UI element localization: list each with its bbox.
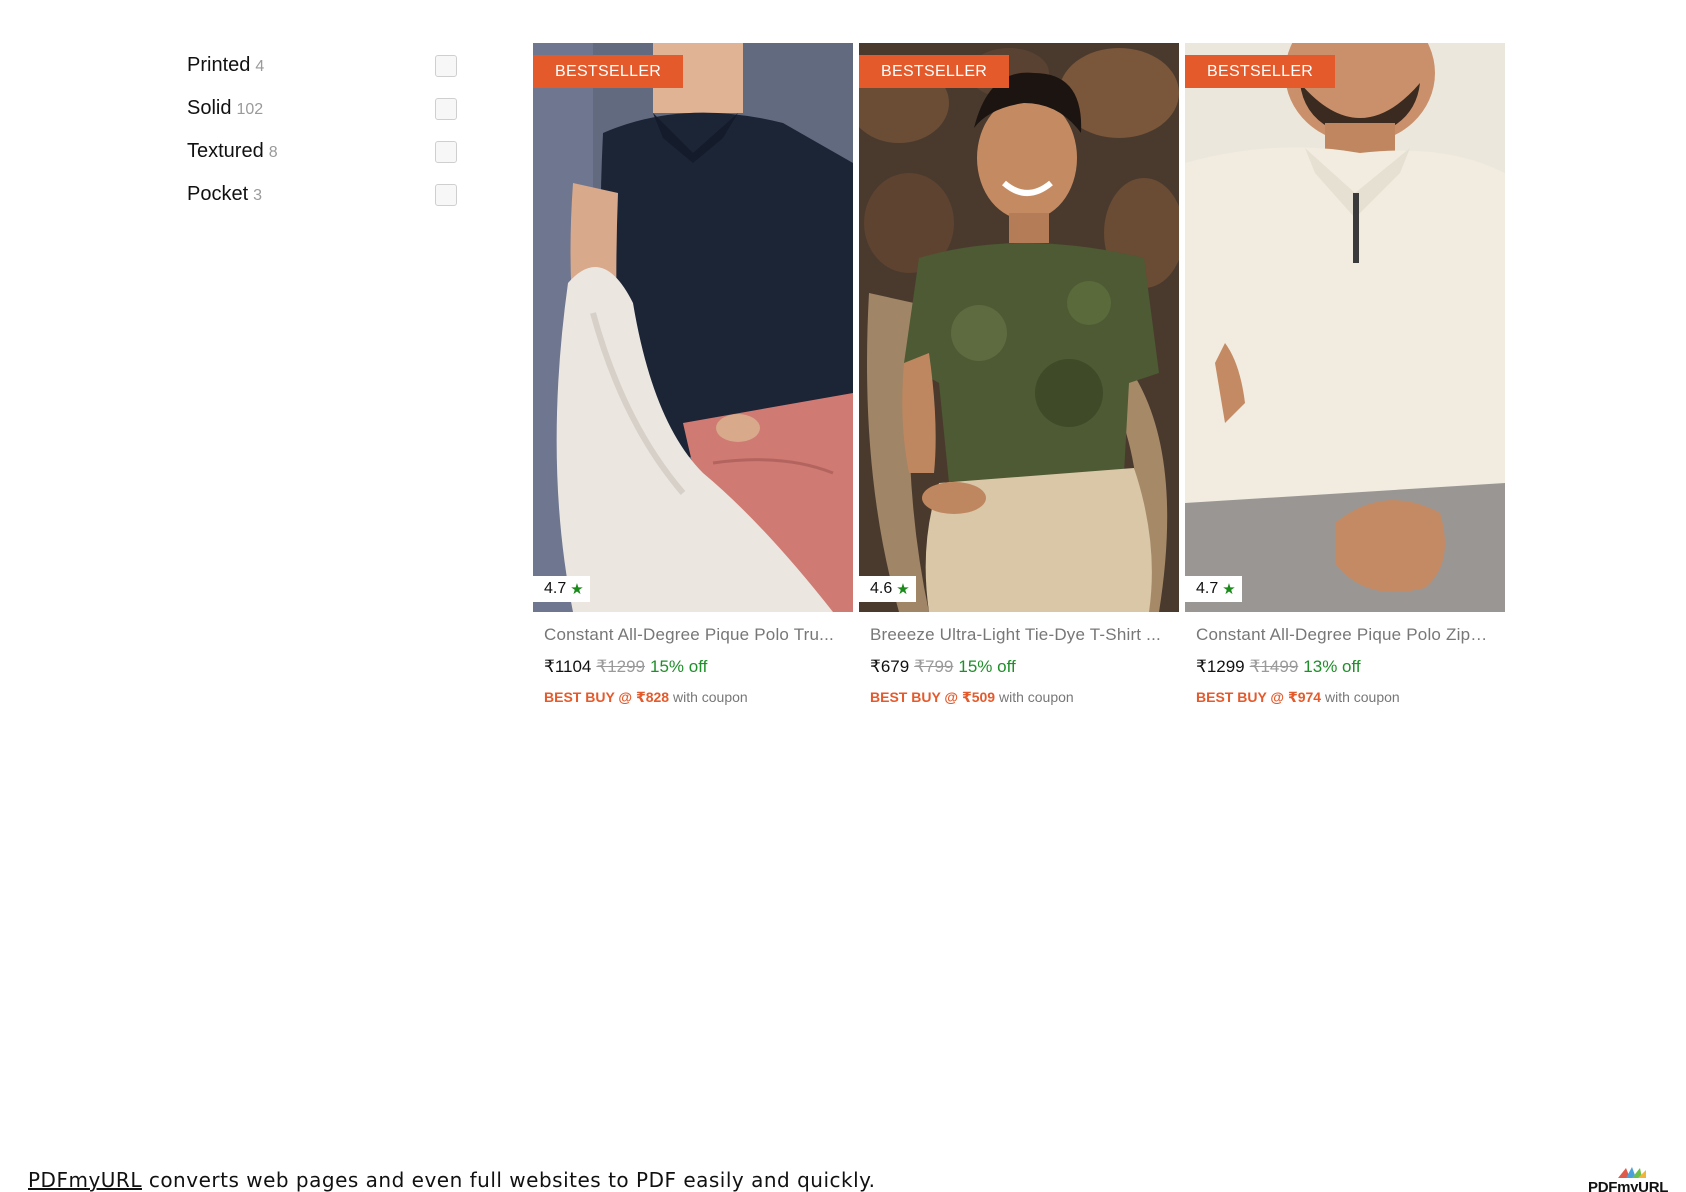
product-photo-navy-polo [533, 43, 853, 612]
rating-value: 4.7 [544, 580, 567, 597]
rating-badge: 4.7 ★ [533, 576, 590, 602]
filter-count: 3 [253, 187, 263, 204]
filter-name: Solid [187, 97, 232, 119]
product-info: Breeeze Ultra-Light Tie-Dye T-Shirt ... … [859, 625, 1179, 706]
product-grid: BESTSELLER 4.7 ★ Constant All-Degree Piq… [533, 43, 1505, 706]
pdfmyurl-link[interactable]: PDFmyURL [28, 1168, 142, 1192]
coupon-offer: BEST BUY @ ₹828 with coupon [544, 689, 842, 706]
pdfmyurl-logo[interactable]: PDFmyURL [1588, 1166, 1672, 1192]
star-icon: ★ [896, 580, 910, 598]
filter-name: Pocket [187, 183, 249, 205]
product-info: Constant All-Degree Pique Polo Zipp... ₹… [1185, 625, 1505, 706]
mrp-price: ₹1499 [1249, 657, 1299, 676]
price-row: ₹1299 ₹1499 13% off [1196, 657, 1494, 677]
filter-checkbox[interactable] [435, 97, 457, 120]
selling-price: ₹1104 [544, 657, 592, 676]
product-photo-olive-tshirt [859, 43, 1179, 612]
filter-option-textured[interactable]: Textured 8 [187, 130, 457, 173]
coupon-offer: BEST BUY @ ₹974 with coupon [1196, 689, 1494, 706]
mrp-price: ₹799 [914, 657, 954, 676]
product-title[interactable]: Constant All-Degree Pique Polo Zipp... [1196, 625, 1494, 645]
filter-checkbox[interactable] [435, 54, 457, 77]
selling-price: ₹679 [870, 657, 910, 676]
best-buy-price: BEST BUY @ ₹828 [544, 689, 670, 705]
bestseller-badge: BESTSELLER [1185, 55, 1336, 88]
filter-name: Printed [187, 54, 251, 76]
bestseller-badge: BESTSELLER [533, 55, 684, 88]
filter-count: 4 [255, 58, 265, 75]
filter-option-pocket[interactable]: Pocket 3 [187, 173, 457, 216]
rating-value: 4.6 [870, 580, 893, 597]
discount-label: 15% off [650, 657, 708, 676]
coupon-note: with coupon [998, 689, 1074, 705]
price-row: ₹679 ₹799 15% off [870, 657, 1168, 677]
filter-count: 8 [268, 144, 278, 161]
product-info: Constant All-Degree Pique Polo Tru... ₹1… [533, 625, 853, 706]
page: Printed4 Solid102 Textured8 Pocket3 [0, 0, 1686, 1192]
filter-checkbox[interactable] [435, 183, 457, 206]
best-buy-price: BEST BUY @ ₹974 [1196, 689, 1322, 705]
star-icon: ★ [570, 580, 584, 598]
filter-count: 102 [236, 101, 264, 118]
product-card[interactable]: BESTSELLER 4.6 ★ Breeeze Ultra-Light Tie… [859, 43, 1179, 706]
rating-badge: 4.7 ★ [1185, 576, 1242, 602]
logo-text: PDFmyURL [1588, 1179, 1669, 1192]
best-buy-price: BEST BUY @ ₹509 [870, 689, 996, 705]
discount-label: 13% off [1303, 657, 1361, 676]
filter-label: Textured 8 [187, 140, 278, 163]
filter-label: Solid 102 [187, 97, 263, 120]
bestseller-badge: BESTSELLER [859, 55, 1010, 88]
product-image[interactable]: BESTSELLER 4.7 ★ [533, 43, 853, 612]
discount-label: 15% off [958, 657, 1016, 676]
product-image[interactable]: BESTSELLER 4.6 ★ [859, 43, 1179, 612]
price-row: ₹1104 ₹1299 15% off [544, 657, 842, 677]
filter-name: Textured [187, 140, 264, 162]
rating-value: 4.7 [1196, 580, 1219, 597]
coupon-offer: BEST BUY @ ₹509 with coupon [870, 689, 1168, 706]
rating-badge: 4.6 ★ [859, 576, 916, 602]
mrp-price: ₹1299 [596, 657, 646, 676]
pdf-footer: PDFmyURL converts web pages and even ful… [28, 1168, 876, 1192]
product-image[interactable]: BESTSELLER 4.7 ★ [1185, 43, 1505, 612]
filter-label: Pocket 3 [187, 183, 262, 206]
product-photo-cream-polo [1185, 43, 1505, 612]
footer-text: converts web pages and even full website… [141, 1168, 876, 1192]
filter-option-printed[interactable]: Printed 4 [187, 44, 457, 87]
product-card[interactable]: BESTSELLER 4.7 ★ Constant All-Degree Piq… [1185, 43, 1505, 706]
filter-option-solid[interactable]: Solid 102 [187, 87, 457, 130]
filter-checkbox[interactable] [435, 140, 457, 163]
product-card[interactable]: BESTSELLER 4.7 ★ Constant All-Degree Piq… [533, 43, 853, 706]
star-icon: ★ [1222, 580, 1236, 598]
product-title[interactable]: Constant All-Degree Pique Polo Tru... [544, 625, 842, 645]
coupon-note: with coupon [672, 689, 748, 705]
selling-price: ₹1299 [1196, 657, 1245, 676]
pattern-filter-list: Printed 4 Solid 102 Textured 8 Pocket 3 [187, 44, 457, 216]
filter-label: Printed 4 [187, 54, 264, 77]
coupon-note: with coupon [1324, 689, 1400, 705]
product-title[interactable]: Breeeze Ultra-Light Tie-Dye T-Shirt ... [870, 625, 1168, 645]
